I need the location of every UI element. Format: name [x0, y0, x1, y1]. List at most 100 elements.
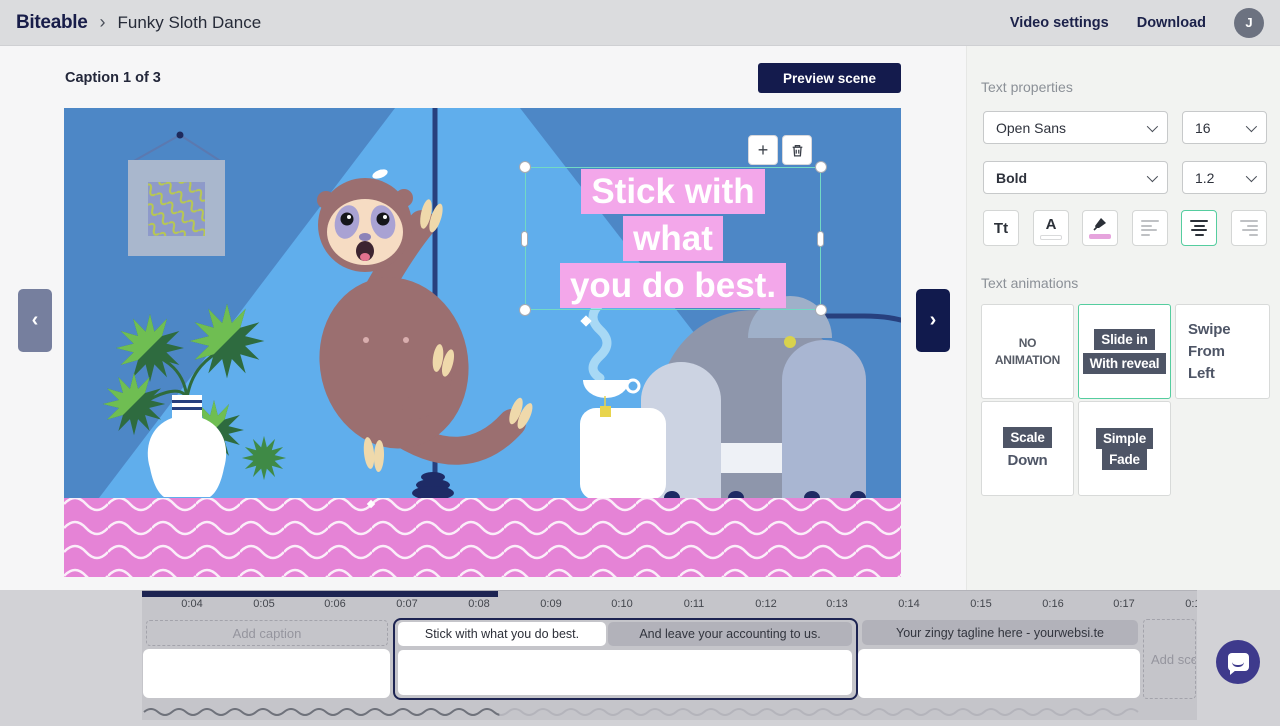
card-line: Swipe [1188, 319, 1230, 341]
align-right-button[interactable] [1231, 210, 1267, 246]
scene-1-thumbnail[interactable] [143, 649, 390, 698]
chevron-down-icon [1147, 170, 1158, 181]
resize-handle-top-left[interactable] [519, 161, 531, 173]
scene-2-thumbnail[interactable] [398, 650, 852, 695]
caption-counter: Caption 1 of 3 [65, 70, 161, 86]
intercom-chat-button[interactable] [1216, 640, 1260, 684]
ruler-tick: 0:17 [1113, 598, 1134, 610]
highlight-color-swatch [1089, 234, 1111, 239]
add-text-button[interactable]: + [748, 135, 778, 165]
chevron-right-icon: › [930, 309, 937, 332]
ruler-tick: 0:04 [181, 598, 202, 610]
avatar[interactable]: J [1234, 8, 1264, 38]
ruler-tick: 0:09 [540, 598, 561, 610]
top-bar: Biteable › Funky Sloth Dance Video setti… [0, 0, 1280, 46]
text-color-swatch [1040, 235, 1062, 240]
animation-card-scale-down[interactable]: Scale Down [981, 401, 1074, 496]
align-center-button[interactable] [1181, 210, 1217, 246]
card-line: Down [1007, 450, 1047, 472]
font-family-value: Open Sans [996, 120, 1066, 136]
caption-block-3[interactable]: Your zingy tagline here - yourwebsi.te [862, 620, 1138, 645]
resize-handle-bottom-left[interactable] [519, 304, 531, 316]
align-right-icon [1240, 220, 1258, 236]
text-style-button[interactable]: Tt [983, 210, 1019, 246]
card-line: Fade [1102, 449, 1147, 470]
ruler-tick: 0:18 [1185, 598, 1197, 610]
card-line: NO [1019, 335, 1037, 352]
caption-block-1[interactable]: Stick with what you do best. [398, 622, 606, 646]
download-link[interactable]: Download [1137, 15, 1206, 31]
resize-handle-right[interactable] [817, 231, 824, 247]
line-height-value: 1.2 [1195, 170, 1214, 186]
biteable-logo[interactable]: Biteable [16, 12, 88, 34]
font-size-value: 16 [1195, 120, 1211, 136]
font-size-select[interactable]: 16 [1182, 111, 1267, 144]
highlighter-icon [1092, 217, 1108, 231]
ruler-tick: 0:14 [898, 598, 919, 610]
chat-bubble-icon [1228, 653, 1249, 671]
breadcrumb-chevron-icon: › [100, 12, 106, 33]
font-family-select[interactable]: Open Sans [983, 111, 1168, 144]
font-weight-select[interactable]: Bold [983, 161, 1168, 194]
card-line: Slide in [1094, 329, 1154, 350]
highlight-color-button[interactable] [1082, 210, 1118, 246]
card-line: Simple [1096, 428, 1153, 449]
text-style-icon: Tt [994, 221, 1008, 236]
card-line: ANIMATION [995, 352, 1060, 369]
add-scene-button[interactable]: Add scene [1143, 619, 1196, 699]
chevron-left-icon: ‹ [32, 309, 39, 332]
floor [64, 498, 901, 577]
plus-icon: + [758, 140, 769, 161]
ruler-tick: 0:15 [970, 598, 991, 610]
delete-text-button[interactable] [782, 135, 812, 165]
resize-handle-top-right[interactable] [815, 161, 827, 173]
playback-progress-bar [142, 591, 498, 597]
ruler-tick: 0:08 [468, 598, 489, 610]
card-line: Scale [1003, 427, 1051, 448]
card-line: From [1188, 341, 1225, 363]
scene-3-thumbnail[interactable] [858, 649, 1140, 698]
canvas-text-block[interactable]: Stick with what you do best. [525, 168, 821, 309]
chevron-down-icon [1147, 120, 1158, 131]
ruler-tick: 0:10 [611, 598, 632, 610]
ruler-tick: 0:06 [324, 598, 345, 610]
card-line: Left [1188, 363, 1215, 385]
biteable-editor: Biteable › Funky Sloth Dance Video setti… [0, 0, 1280, 726]
animation-card-simple-fade[interactable]: Simple Fade [1078, 401, 1171, 496]
animation-card-slide-in-with-reveal[interactable]: Slide in With reveal [1078, 304, 1171, 399]
resize-handle-bottom-right[interactable] [815, 304, 827, 316]
text-color-button[interactable]: A [1033, 210, 1069, 246]
resize-handle-left[interactable] [521, 231, 528, 247]
timeline-track-area[interactable]: 0:04 0:05 0:06 0:07 0:08 0:09 0:10 0:11 … [142, 590, 1197, 720]
line-height-select[interactable]: 1.2 [1182, 161, 1267, 194]
trash-icon [790, 143, 805, 158]
animation-card-swipe-from-left[interactable]: Swipe From Left [1175, 304, 1270, 399]
previous-scene-button[interactable]: ‹ [18, 289, 52, 352]
chevron-down-icon [1246, 120, 1257, 131]
font-weight-value: Bold [996, 170, 1027, 186]
card-line: With reveal [1083, 353, 1167, 374]
ruler-tick: 0:11 [684, 598, 705, 610]
align-left-button[interactable] [1132, 210, 1168, 246]
ruler-tick: 0:12 [755, 598, 776, 610]
font-color-icon: A [1046, 217, 1057, 232]
ruler-tick: 0:13 [826, 598, 847, 610]
align-center-icon [1190, 220, 1208, 236]
breadcrumb[interactable]: Funky Sloth Dance [118, 13, 262, 33]
caption-block-2[interactable]: And leave your accounting to us. [608, 622, 852, 646]
ruler-tick: 0:05 [253, 598, 274, 610]
timeline: Total time 0:18 ♫ 0:04 0:05 0:06 0:07 0:… [0, 590, 1280, 726]
ruler-tick: 0:16 [1042, 598, 1063, 610]
canvas-text-line: Stick with [581, 169, 764, 214]
add-caption-button[interactable]: Add caption [146, 620, 388, 646]
video-settings-link[interactable]: Video settings [1010, 15, 1109, 31]
animation-card-no-animation[interactable]: NO ANIMATION [981, 304, 1074, 399]
next-scene-button[interactable]: › [916, 289, 950, 352]
align-left-icon [1141, 220, 1159, 236]
ruler-tick: 0:07 [396, 598, 417, 610]
text-properties-title: Text properties [981, 79, 1073, 95]
canvas-text-line: you do best. [560, 263, 786, 308]
scene-2-selected-group[interactable]: Stick with what you do best. And leave y… [393, 618, 858, 700]
text-animations-title: Text animations [981, 275, 1078, 291]
preview-scene-button[interactable]: Preview scene [758, 63, 901, 93]
